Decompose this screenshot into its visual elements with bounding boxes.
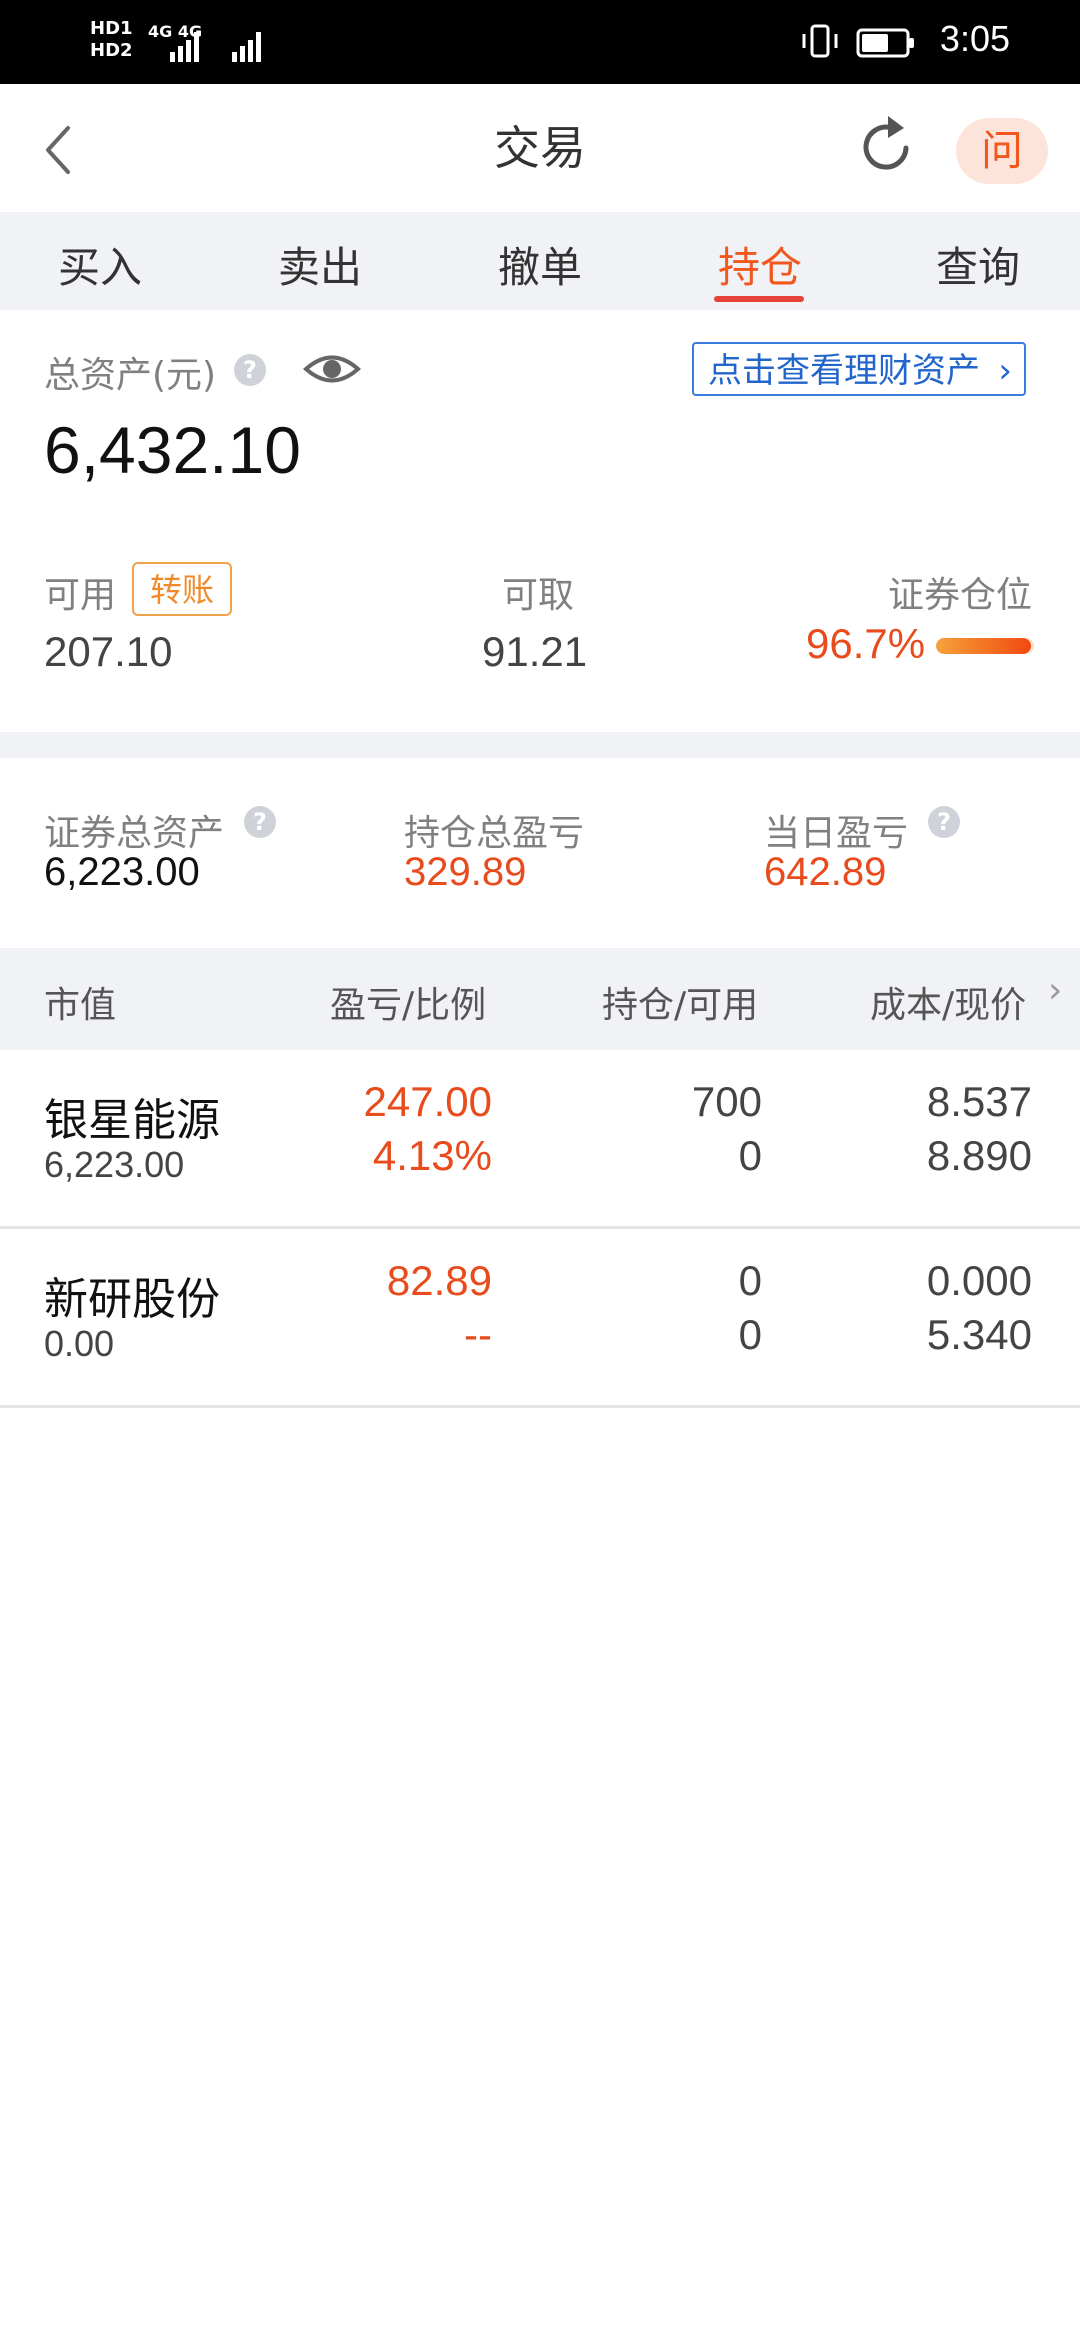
position-label: 证券仓位 (888, 575, 1033, 616)
active-tab-indicator (714, 296, 804, 302)
page-title: 交易 (494, 121, 586, 175)
holding-qty: 700 (691, 1078, 762, 1125)
col-pl-ratio: 盈亏/比例 (330, 985, 487, 1026)
total-assets-label: 总资产(元) (44, 355, 217, 396)
position-bar-fill (936, 638, 1031, 654)
refresh-icon[interactable] (862, 110, 916, 180)
available-value: 207.10 (44, 628, 173, 675)
table-row[interactable]: 新研股份 0.00 82.89 -- 0 0 0.000 5.340 (0, 1229, 1080, 1405)
sim-labels: HD1 HD2 (90, 18, 133, 61)
profit-loss-ratio: -- (464, 1311, 492, 1358)
profit-loss: 247.00 (363, 1078, 492, 1125)
col-holding-available: 持仓/可用 (602, 985, 759, 1026)
signal-strength-icon (170, 32, 261, 62)
securities-assets-label: 证券总资产 (44, 813, 225, 854)
chevron-right-icon[interactable]: › (1048, 970, 1062, 1011)
tab-query[interactable]: 查询 (870, 234, 1080, 295)
cost-price: 8.537 (926, 1078, 1032, 1125)
withdrawable-value: 91.21 (482, 628, 588, 675)
stock-name: 银星能源 (44, 1095, 220, 1146)
position-value: 96.7% (806, 620, 926, 667)
transfer-button[interactable]: 转账 (132, 562, 232, 616)
tab-buy[interactable]: 买入 (0, 234, 208, 295)
daily-help-icon[interactable]: ? (928, 806, 960, 838)
vibrate-icon (802, 24, 838, 58)
row-divider (0, 1405, 1080, 1408)
col-market-value: 市值 (44, 985, 117, 1026)
clock: 3:05 (939, 18, 1010, 59)
holding-qty: 0 (738, 1257, 762, 1304)
tab-cancel[interactable]: 撤单 (432, 234, 648, 295)
chevron-right-icon: › (998, 351, 1012, 391)
tab-holdings[interactable]: 持仓 (652, 234, 868, 295)
col-cost-price[interactable]: 成本/现价 (870, 976, 1026, 1028)
holding-pl-value: 329.89 (404, 850, 527, 894)
holdings-table-header: 市值 盈亏/比例 持仓/可用 成本/现价 › (0, 948, 1080, 1050)
daily-pl-value: 642.89 (764, 850, 887, 894)
daily-pl-label: 当日盈亏 (764, 813, 909, 854)
tab-bar: 买入 卖出 撤单 持仓 查询 (0, 212, 1080, 310)
current-price: 5.340 (926, 1311, 1032, 1358)
available-qty: 0 (738, 1132, 762, 1179)
withdrawable-label: 可取 (502, 575, 575, 616)
wealth-assets-link-text: 点击查看理财资产 (708, 351, 980, 391)
ask-button[interactable]: 问 (956, 118, 1048, 184)
securities-assets-value: 6,223.00 (44, 850, 200, 894)
securities-help-icon[interactable]: ? (244, 806, 276, 838)
tab-sell[interactable]: 卖出 (212, 234, 428, 295)
status-bar: HD1 HD2 4G 4G 3:05 (0, 0, 1080, 84)
stock-name: 新研股份 (44, 1274, 220, 1325)
section-divider (0, 732, 1080, 758)
cost-price: 0.000 (926, 1257, 1032, 1304)
table-row[interactable]: 银星能源 6,223.00 247.00 4.13% 700 0 8.537 8… (0, 1050, 1080, 1226)
available-label: 可用 (44, 575, 117, 616)
holding-pl-label: 持仓总盈亏 (404, 813, 585, 854)
profit-loss-ratio: 4.13% (372, 1132, 492, 1179)
title-bar: 交易 问 (0, 84, 1080, 212)
wealth-assets-link[interactable]: 点击查看理财资产 › (692, 342, 1026, 396)
help-icon[interactable]: ? (234, 354, 266, 386)
total-assets-value: 6,432.10 (44, 413, 301, 487)
eye-icon[interactable] (302, 348, 362, 390)
market-value: 0.00 (44, 1323, 115, 1364)
available-qty: 0 (738, 1311, 762, 1358)
position-bar (936, 638, 1034, 654)
market-value: 6,223.00 (44, 1144, 185, 1185)
profit-loss: 82.89 (386, 1257, 492, 1304)
current-price: 8.890 (926, 1132, 1032, 1179)
battery-icon (856, 28, 914, 58)
